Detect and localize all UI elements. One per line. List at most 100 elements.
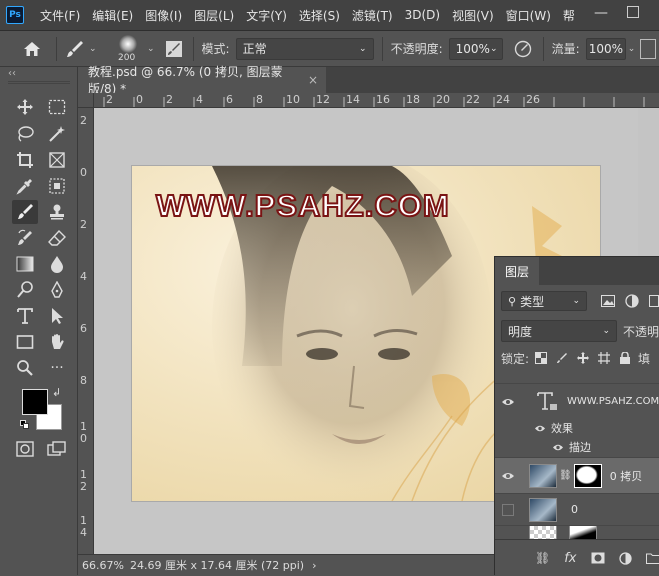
document-tab-title: 教程.psd @ 66.7% (0 拷贝, 图层蒙版/8) * [88,65,283,96]
menu-help[interactable]: 帮 [557,7,581,24]
airbrush-button[interactable] [639,38,656,59]
collapse-toolbox-icon[interactable]: ‹‹ [8,68,16,79]
clone-stamp-tool[interactable] [44,200,70,224]
menu-select[interactable]: 选择(S) [293,7,346,24]
path-selection-tool[interactable] [44,304,70,328]
blur-tool[interactable] [44,252,70,276]
filter-overflow[interactable] [649,295,659,307]
visibility-eye-icon[interactable] [549,443,567,452]
fx-icon[interactable]: fx [564,551,576,566]
image-filter-icon[interactable] [601,295,615,307]
move-tool[interactable] [12,95,38,119]
adjustment-icon[interactable] [618,551,632,565]
layer-effects-row[interactable]: 效果 [495,419,659,437]
quick-mask-button[interactable] [12,437,38,461]
lock-transparent-icon[interactable] [535,352,548,364]
rectangle-tool[interactable] [12,330,38,354]
ruler-origin[interactable] [78,93,94,108]
brush-tool[interactable] [12,200,38,224]
brush-size-picker[interactable]: 200 [111,33,147,65]
pressure-opacity-button[interactable] [511,37,535,61]
layer-thumbnail[interactable] [529,463,557,488]
link-icon[interactable]: ⛓ [559,470,572,481]
menu-type[interactable]: 文字(Y) [240,7,293,24]
home-button[interactable] [16,35,48,63]
blend-mode-dropdown[interactable]: 正常 ⌄ [235,37,374,60]
menu-window[interactable]: 窗口(W) [500,7,557,24]
opacity-value: 100% [455,41,490,56]
vertical-ruler[interactable]: 2 0 2 4 6 8 1 0 1 2 1 4 [78,108,94,554]
opacity-field[interactable]: 100% ⌄ [448,37,503,60]
layer-row-selected[interactable]: ⛓ 0 拷贝 [495,457,659,493]
adjustment-filter-icon[interactable] [625,294,639,308]
horizontal-ruler[interactable]: 2 0 2 4 6 8 10 12 14 16 18 20 22 24 26 [94,93,659,108]
layer-mask-thumbnail[interactable] [569,526,597,539]
history-brush-tool[interactable] [12,226,38,250]
visibility-eye-icon[interactable] [531,424,549,433]
frame-tool[interactable] [44,148,70,172]
lock-all-icon[interactable] [619,352,631,364]
ruler-label: 22 [466,93,480,106]
layer-thumbnail[interactable] [529,497,557,522]
layer-row[interactable]: 0 [495,493,659,525]
layer-effect-item[interactable]: 描边 [495,437,659,457]
lock-position-icon[interactable] [577,352,590,364]
visibility-eye-icon[interactable] [495,471,521,481]
effects-label: 效果 [551,422,573,435]
magic-wand-tool[interactable] [44,122,70,146]
zoom-tool[interactable] [12,356,38,380]
menu-edit[interactable]: 编辑(E) [86,7,139,24]
eraser-tool[interactable] [44,226,70,250]
maximize-button[interactable] [627,6,639,18]
lock-pixels-icon[interactable] [556,352,568,364]
brush-preset-picker[interactable]: ⌄ [65,39,105,59]
chevron-down-icon: ⌄ [572,296,580,306]
link-icon[interactable]: ⛓ [535,551,550,565]
layer-filter-dropdown[interactable]: ⚲ 类型 ⌄ [501,291,587,311]
foreground-color-swatch[interactable] [22,389,48,415]
folder-icon[interactable] [645,552,659,564]
dodge-tool[interactable] [12,278,38,302]
brush-settings-button[interactable] [163,38,185,60]
tab-layers[interactable]: 图层 [495,257,540,285]
menu-layer[interactable]: 图层(L) [188,7,240,24]
close-tab-icon[interactable]: × [308,73,318,87]
status-menu-arrow[interactable]: › [312,559,316,572]
marquee-tool[interactable] [44,95,70,119]
quick-mask-icon [16,441,34,457]
toolbox-grip[interactable] [8,81,70,84]
visibility-eye-icon[interactable] [495,397,521,407]
menu-view[interactable]: 视图(V) [446,7,500,24]
flow-label: 流量: [551,42,580,56]
minimize-button[interactable]: — [591,4,611,24]
chevron-down-icon[interactable]: ⌄ [147,44,155,54]
mask-icon[interactable] [591,552,605,564]
eyedropper-tool[interactable] [12,174,38,198]
menu-3d[interactable]: 3D(D) [399,8,446,22]
layer-mask-thumbnail[interactable] [573,463,602,488]
layer-thumbnail[interactable] [529,526,557,539]
zoom-level[interactable]: 66.67% [78,559,126,572]
layer-row-partial[interactable] [495,525,659,539]
screen-mode-button[interactable] [44,437,70,461]
pen-tool[interactable] [44,278,70,302]
flow-field[interactable]: 100% [585,37,626,60]
default-colors-icon[interactable] [20,420,30,430]
visibility-toggle[interactable] [495,503,521,516]
crop-tool[interactable] [12,148,38,172]
type-tool[interactable] [12,304,38,328]
swap-colors-icon[interactable]: ↲ [52,386,61,399]
layer-row[interactable]: WWW.PSAHZ.COM [495,383,659,419]
gradient-tool[interactable] [12,252,38,276]
more-tools[interactable]: ··· [44,356,70,380]
flow-chevron[interactable]: ⌄ [628,44,638,54]
menu-file[interactable]: 文件(F) [34,7,86,24]
menu-image[interactable]: 图像(I) [139,7,188,24]
document-tab[interactable]: 教程.psd @ 66.7% (0 拷贝, 图层蒙版/8) * × [78,65,326,96]
object-selection-tool[interactable] [44,174,70,198]
hand-tool[interactable] [44,330,70,354]
layer-blend-mode-dropdown[interactable]: 明度 ⌄ [501,320,617,342]
lock-artboard-icon[interactable] [598,352,611,364]
menu-filter[interactable]: 滤镜(T) [346,7,399,24]
lasso-tool[interactable] [12,122,38,146]
